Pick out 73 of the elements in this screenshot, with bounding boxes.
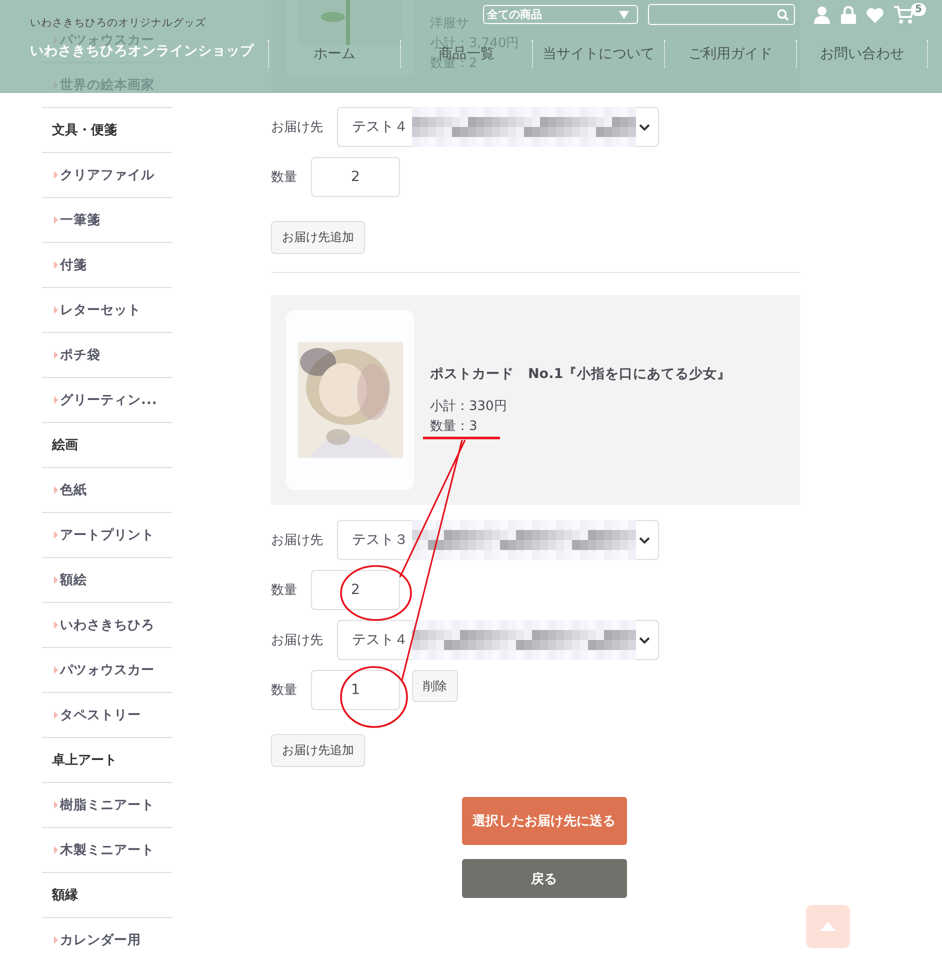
subcategory-link[interactable]: 付箋 [54,256,87,274]
triangle-icon [54,621,58,629]
triangle-icon [54,171,58,179]
triangle-up-icon [820,922,836,931]
product-title: ポストカード No.1『小指を口にあてる少女』 [430,365,732,383]
triangle-icon [54,486,58,494]
subcategory-link[interactable]: 額絵 [54,571,87,589]
subcategory-link[interactable]: アートプリント [54,526,154,544]
triangle-icon [54,846,58,854]
highlight-circle [340,666,408,728]
triangle-icon [54,936,58,944]
cart-count-badge: 5 [911,2,926,16]
destination-label: お届け先 [271,532,323,549]
triangle-icon [54,531,58,539]
heart-icon[interactable] [866,6,884,22]
nav-link[interactable]: 当サイトについて [542,46,654,62]
triangle-icon [54,351,58,359]
subcategory-link[interactable]: ポチ袋 [54,346,100,364]
category-link[interactable]: 絵画 [52,436,78,454]
subcategory-link[interactable]: 一筆箋 [54,211,100,229]
category-link[interactable]: 卓上アート [52,751,117,769]
subcategory-link[interactable]: 木製ミニアート [54,841,154,859]
address-select[interactable]: テスト４ [337,107,659,147]
subcategory-link[interactable]: レターセット [54,301,141,319]
lock-icon[interactable] [841,6,856,24]
quantity-label: 数量 [271,582,297,599]
quantity-label: 数量 [271,682,297,699]
cart-icon[interactable] [894,6,914,24]
triangle-icon [54,396,58,404]
tagline: いわさきちひろのオリジナルグッズ [30,16,206,30]
quantity-label: 数量 [271,169,297,186]
user-icon[interactable] [813,6,831,24]
subcategory-link[interactable]: クリアファイル [54,166,154,184]
chevron-down-icon [639,536,650,544]
chevron-down-icon [639,124,650,130]
triangle-icon [54,306,58,314]
address-select[interactable]: テスト３ [337,520,659,560]
quantity-field[interactable]: 1 [311,670,400,710]
chevron-down-icon [639,636,650,644]
destination-label: お届け先 [271,119,323,136]
subcategory-link[interactable]: タペストリー [54,706,141,724]
triangle-icon [54,801,58,809]
quantity-field[interactable]: 2 [311,570,400,610]
subcategory-link[interactable]: パツォウスカー [54,661,154,679]
triangle-icon [54,666,58,674]
category-link[interactable]: 文具・便箋 [52,121,117,139]
back-button[interactable]: 戻る [462,859,626,898]
delete-button[interactable]: 削除 [412,670,458,702]
nav-link[interactable]: ご利用ガイド [688,46,772,62]
triangle-icon [54,216,58,224]
nav-link[interactable]: お問い合わせ [820,46,904,62]
subtotal-text: 小計：330円 [430,398,507,415]
triangle-icon [54,711,58,719]
add-destination-button[interactable]: お届け先追加 [271,734,365,767]
caret-icon [619,10,629,18]
category-link[interactable]: 額縁 [52,886,78,904]
triangle-icon [54,261,58,269]
subcategory-link[interactable]: カレンダー用 [54,931,141,949]
subcategory-link[interactable]: 色紙 [54,481,87,499]
quantity-text: 数量：3 [430,418,478,435]
subcategory-link[interactable]: グリーティン... [54,391,158,409]
nav-link[interactable]: ホーム [314,46,356,62]
search-field[interactable] [648,4,795,25]
address-select[interactable]: テスト４ [337,620,659,660]
destination-label: お届け先 [271,632,323,649]
subcategory-link[interactable]: 樹脂ミニアート [54,796,154,814]
triangle-icon [54,576,58,584]
add-destination-button[interactable]: お届け先追加 [271,221,365,254]
highlight-circle [340,565,412,621]
scroll-top-button[interactable] [806,905,850,948]
subcategory-link[interactable]: いわさきちひろ [54,616,154,634]
quantity-field[interactable]: 2 [311,157,400,197]
search-icon [777,8,789,20]
